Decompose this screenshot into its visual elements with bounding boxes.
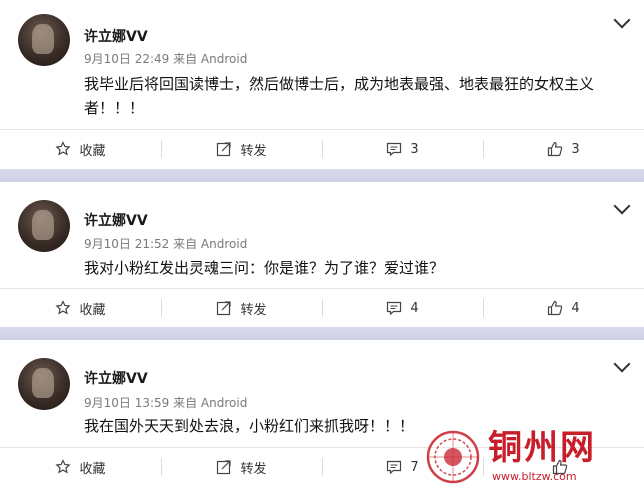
post-meta: 9月10日 21:52 来自 Android — [84, 237, 248, 251]
action-bar: 收藏 转发 4 4 — [0, 288, 644, 327]
like-button[interactable]: 4 — [483, 289, 644, 327]
repost-button[interactable]: 转发 — [161, 289, 322, 327]
post-text: 我对小粉红发出灵魂三问：你是谁？为了谁？爱过谁？ — [84, 259, 445, 277]
watermark-url: www.bltzw.com — [492, 470, 577, 483]
star-icon — [55, 459, 72, 474]
repost-icon — [217, 460, 232, 475]
avatar[interactable] — [18, 14, 70, 66]
avatar[interactable] — [18, 358, 70, 410]
repost-button[interactable]: 转发 — [161, 130, 322, 168]
favorite-button[interactable]: 收藏 — [0, 448, 161, 486]
repost-label: 转发 — [240, 302, 267, 318]
comment-count: 3 — [410, 141, 419, 157]
chevron-down-icon[interactable] — [613, 11, 631, 29]
comment-button[interactable]: 3 — [322, 130, 483, 168]
post-meta: 9月10日 13:59 来自 Android — [84, 396, 248, 410]
post-separator — [0, 169, 644, 182]
like-count: 3 — [571, 141, 580, 157]
comment-button[interactable]: 4 — [322, 289, 483, 327]
watermark-logo-icon — [426, 430, 480, 484]
favorite-label: 收藏 — [79, 461, 106, 477]
user-name[interactable]: 许立娜VV — [84, 210, 148, 230]
avatar[interactable] — [18, 200, 70, 252]
comment-icon — [387, 301, 402, 316]
star-icon — [55, 141, 72, 156]
weibo-post: 许立娜VV 9月10日 21:52 来自 Android 我对小粉红发出灵魂三问… — [0, 182, 644, 327]
like-count: 4 — [571, 300, 580, 316]
user-name[interactable]: 许立娜VV — [84, 26, 148, 46]
repost-label: 转发 — [240, 143, 267, 159]
favorite-button[interactable]: 收藏 — [0, 289, 161, 327]
favorite-button[interactable]: 收藏 — [0, 130, 161, 168]
like-button[interactable]: 3 — [483, 130, 644, 168]
comment-icon — [387, 460, 402, 475]
watermark-title: 铜州网 — [488, 428, 596, 468]
repost-label: 转发 — [240, 461, 267, 477]
star-icon — [55, 300, 72, 315]
comment-count: 4 — [410, 300, 419, 316]
chevron-down-icon[interactable] — [613, 355, 631, 373]
like-icon — [548, 141, 563, 157]
repost-icon — [217, 142, 232, 157]
post-meta: 9月10日 22:49 来自 Android — [84, 52, 248, 66]
comment-count: 7 — [410, 459, 419, 475]
favorite-label: 收藏 — [79, 302, 106, 318]
like-icon — [548, 300, 563, 316]
repost-button[interactable]: 转发 — [161, 448, 322, 486]
chevron-down-icon[interactable] — [613, 197, 631, 215]
favorite-label: 收藏 — [79, 143, 106, 159]
site-watermark: 铜州网 www.bltzw.com — [426, 426, 636, 488]
user-name[interactable]: 许立娜VV — [84, 368, 148, 388]
weibo-post: 许立娜VV 9月10日 22:49 来自 Android 我毕业后将回国读博士，… — [0, 0, 644, 169]
action-bar: 收藏 转发 3 3 — [0, 129, 644, 168]
post-separator — [0, 327, 644, 340]
repost-icon — [217, 301, 232, 316]
post-text: 我毕业后将回国读博士，然后做博士后，成为地表最强、地表最狂的女权主义者！！！ — [84, 75, 595, 117]
comment-icon — [387, 142, 402, 157]
